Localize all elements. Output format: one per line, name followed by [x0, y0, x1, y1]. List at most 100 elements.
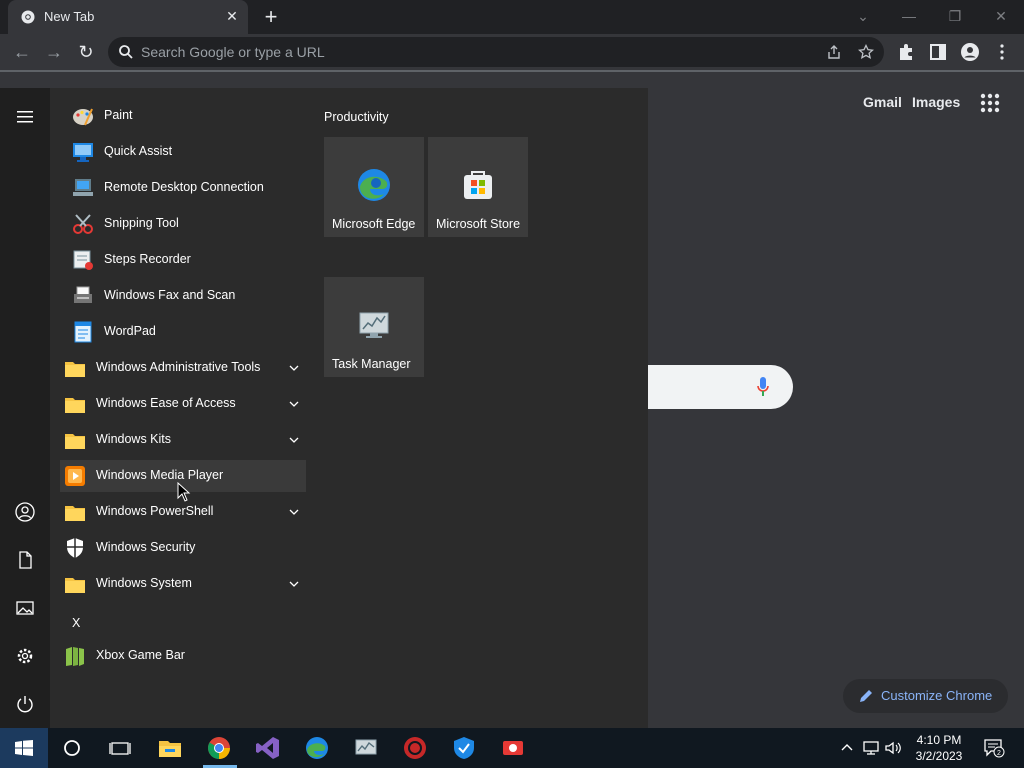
- settings-gear-icon[interactable]: [15, 646, 35, 666]
- edge-icon: [358, 169, 390, 201]
- app-label: Windows Fax and Scan: [104, 288, 236, 302]
- app-snipping-tool[interactable]: Snipping Tool: [60, 208, 306, 240]
- app-paint[interactable]: Paint: [60, 100, 306, 132]
- chrome-window: New Tab ✕ + ⌄ — ❐ ✕ ← → ↻ Search Google …: [0, 0, 1024, 72]
- app-label: Snipping Tool: [104, 216, 179, 230]
- tile-label: Microsoft Edge: [332, 217, 416, 231]
- power-icon[interactable]: [15, 694, 35, 714]
- file-explorer-icon[interactable]: [158, 736, 182, 760]
- volume-icon[interactable]: [884, 739, 902, 757]
- chevron-down-icon: [289, 581, 299, 587]
- app-quick-assist[interactable]: Quick Assist: [60, 136, 306, 168]
- windows-logo-icon: [15, 740, 33, 756]
- side-panel-icon[interactable]: [928, 42, 948, 62]
- task-view-icon[interactable]: [108, 736, 132, 760]
- snipping-tool-icon: [73, 214, 93, 234]
- task-manager-taskbar-icon[interactable]: [354, 736, 378, 760]
- profile-icon[interactable]: [960, 42, 980, 62]
- shield-icon: [67, 538, 83, 558]
- folder-icon: [65, 578, 85, 593]
- folder-windows-ease-of-access[interactable]: Windows Ease of Access: [60, 388, 306, 420]
- app-steps-recorder[interactable]: Steps Recorder: [60, 244, 306, 276]
- fax-scan-icon: [74, 286, 92, 303]
- tab-new-tab[interactable]: New Tab ✕: [8, 0, 248, 34]
- tile-microsoft-edge[interactable]: Microsoft Edge: [324, 137, 424, 237]
- customize-chrome-button[interactable]: Customize Chrome: [843, 679, 1008, 713]
- reload-button[interactable]: ↻: [74, 40, 98, 64]
- microphone-icon[interactable]: [756, 376, 770, 398]
- bookmark-star-icon[interactable]: [858, 44, 874, 60]
- back-button[interactable]: ←: [10, 40, 34, 64]
- taskbar: 4:10 PM 3/2/2023 2: [0, 728, 1024, 768]
- app-label: WordPad: [104, 324, 156, 338]
- tile-task-manager[interactable]: Task Manager: [324, 277, 424, 377]
- quick-assist-icon: [73, 143, 93, 162]
- customize-chrome-label: Customize Chrome: [881, 688, 993, 703]
- letter-header-x[interactable]: X: [72, 616, 80, 630]
- menu-dots-icon[interactable]: [992, 42, 1012, 62]
- media-player-icon: [65, 466, 85, 486]
- minimize-button[interactable]: —: [894, 4, 924, 28]
- visual-studio-icon[interactable]: [256, 736, 280, 760]
- store-icon: [464, 171, 492, 199]
- tab-strip: New Tab ✕ + ⌄ — ❐ ✕: [0, 0, 1024, 34]
- folder-icon: [65, 398, 85, 413]
- tab-search-icon[interactable]: ⌄: [848, 4, 878, 28]
- gmail-link[interactable]: Gmail: [863, 94, 902, 110]
- chevron-down-icon: [289, 437, 299, 443]
- pencil-icon: [860, 690, 872, 702]
- app-windows-security[interactable]: Windows Security: [60, 532, 306, 564]
- images-link[interactable]: Images: [912, 94, 960, 110]
- edge-taskbar-icon[interactable]: [305, 736, 329, 760]
- browser-toolbar: ← → ↻ Search Google or type a URL: [0, 34, 1024, 70]
- start-button[interactable]: [0, 728, 48, 768]
- app-windows-fax-and-scan[interactable]: Windows Fax and Scan: [60, 280, 306, 312]
- google-search-box[interactable]: [640, 365, 793, 409]
- folder-windows-administrative-tools[interactable]: Windows Administrative Tools: [60, 352, 306, 384]
- app-xbox-game-bar[interactable]: Xbox Game Bar: [60, 640, 306, 672]
- chevron-down-icon: [289, 509, 299, 515]
- chrome-icon[interactable]: [207, 736, 231, 760]
- user-account-icon[interactable]: [15, 502, 35, 522]
- app-label: Steps Recorder: [104, 252, 191, 266]
- hamburger-menu-icon[interactable]: [15, 107, 35, 127]
- forward-button[interactable]: →: [42, 40, 66, 64]
- tile-label: Microsoft Store: [436, 217, 521, 231]
- app-wordpad[interactable]: WordPad: [60, 316, 306, 348]
- tile-microsoft-store[interactable]: Microsoft Store: [428, 137, 528, 237]
- new-tab-button[interactable]: +: [260, 6, 282, 28]
- chrome-favicon-icon: [21, 10, 35, 24]
- tile-group-title[interactable]: Productivity: [324, 110, 389, 124]
- notifications-icon[interactable]: 2: [983, 738, 1005, 758]
- omnibox[interactable]: Search Google or type a URL: [108, 37, 884, 67]
- folder-icon: [65, 434, 85, 449]
- paint-icon: [73, 108, 93, 126]
- folder-windows-kits[interactable]: Windows Kits: [60, 424, 306, 456]
- app-label: Paint: [104, 108, 133, 122]
- extensions-icon[interactable]: [896, 42, 916, 62]
- documents-icon[interactable]: [15, 550, 35, 570]
- chevron-down-icon: [289, 365, 299, 371]
- show-hidden-icons-chevron-icon[interactable]: [838, 739, 856, 757]
- cortana-search-icon[interactable]: [60, 736, 84, 760]
- xbox-game-bar-icon: [66, 647, 84, 666]
- restore-button[interactable]: ❐: [940, 4, 970, 28]
- system-clock[interactable]: 4:10 PM 3/2/2023: [905, 732, 973, 764]
- notification-count: 2: [997, 750, 1001, 757]
- remote-desktop-icon: [73, 179, 93, 196]
- folder-windows-system[interactable]: Windows System: [60, 568, 306, 600]
- mouse-cursor-icon: [177, 482, 191, 502]
- share-icon[interactable]: [826, 44, 842, 60]
- screen-recorder-icon[interactable]: [501, 736, 525, 760]
- close-window-button[interactable]: ✕: [986, 4, 1016, 28]
- app-label: Windows Security: [96, 540, 196, 554]
- close-tab-icon[interactable]: ✕: [224, 8, 240, 24]
- vpn-shield-icon[interactable]: [452, 736, 476, 760]
- app-label: Windows Ease of Access: [96, 396, 236, 410]
- network-icon[interactable]: [862, 739, 880, 757]
- pictures-icon[interactable]: [15, 598, 35, 618]
- app-label: Xbox Game Bar: [96, 648, 185, 662]
- security-app-icon[interactable]: [403, 736, 427, 760]
- app-remote-desktop-connection[interactable]: Remote Desktop Connection: [60, 172, 306, 204]
- google-apps-icon[interactable]: [979, 92, 1001, 114]
